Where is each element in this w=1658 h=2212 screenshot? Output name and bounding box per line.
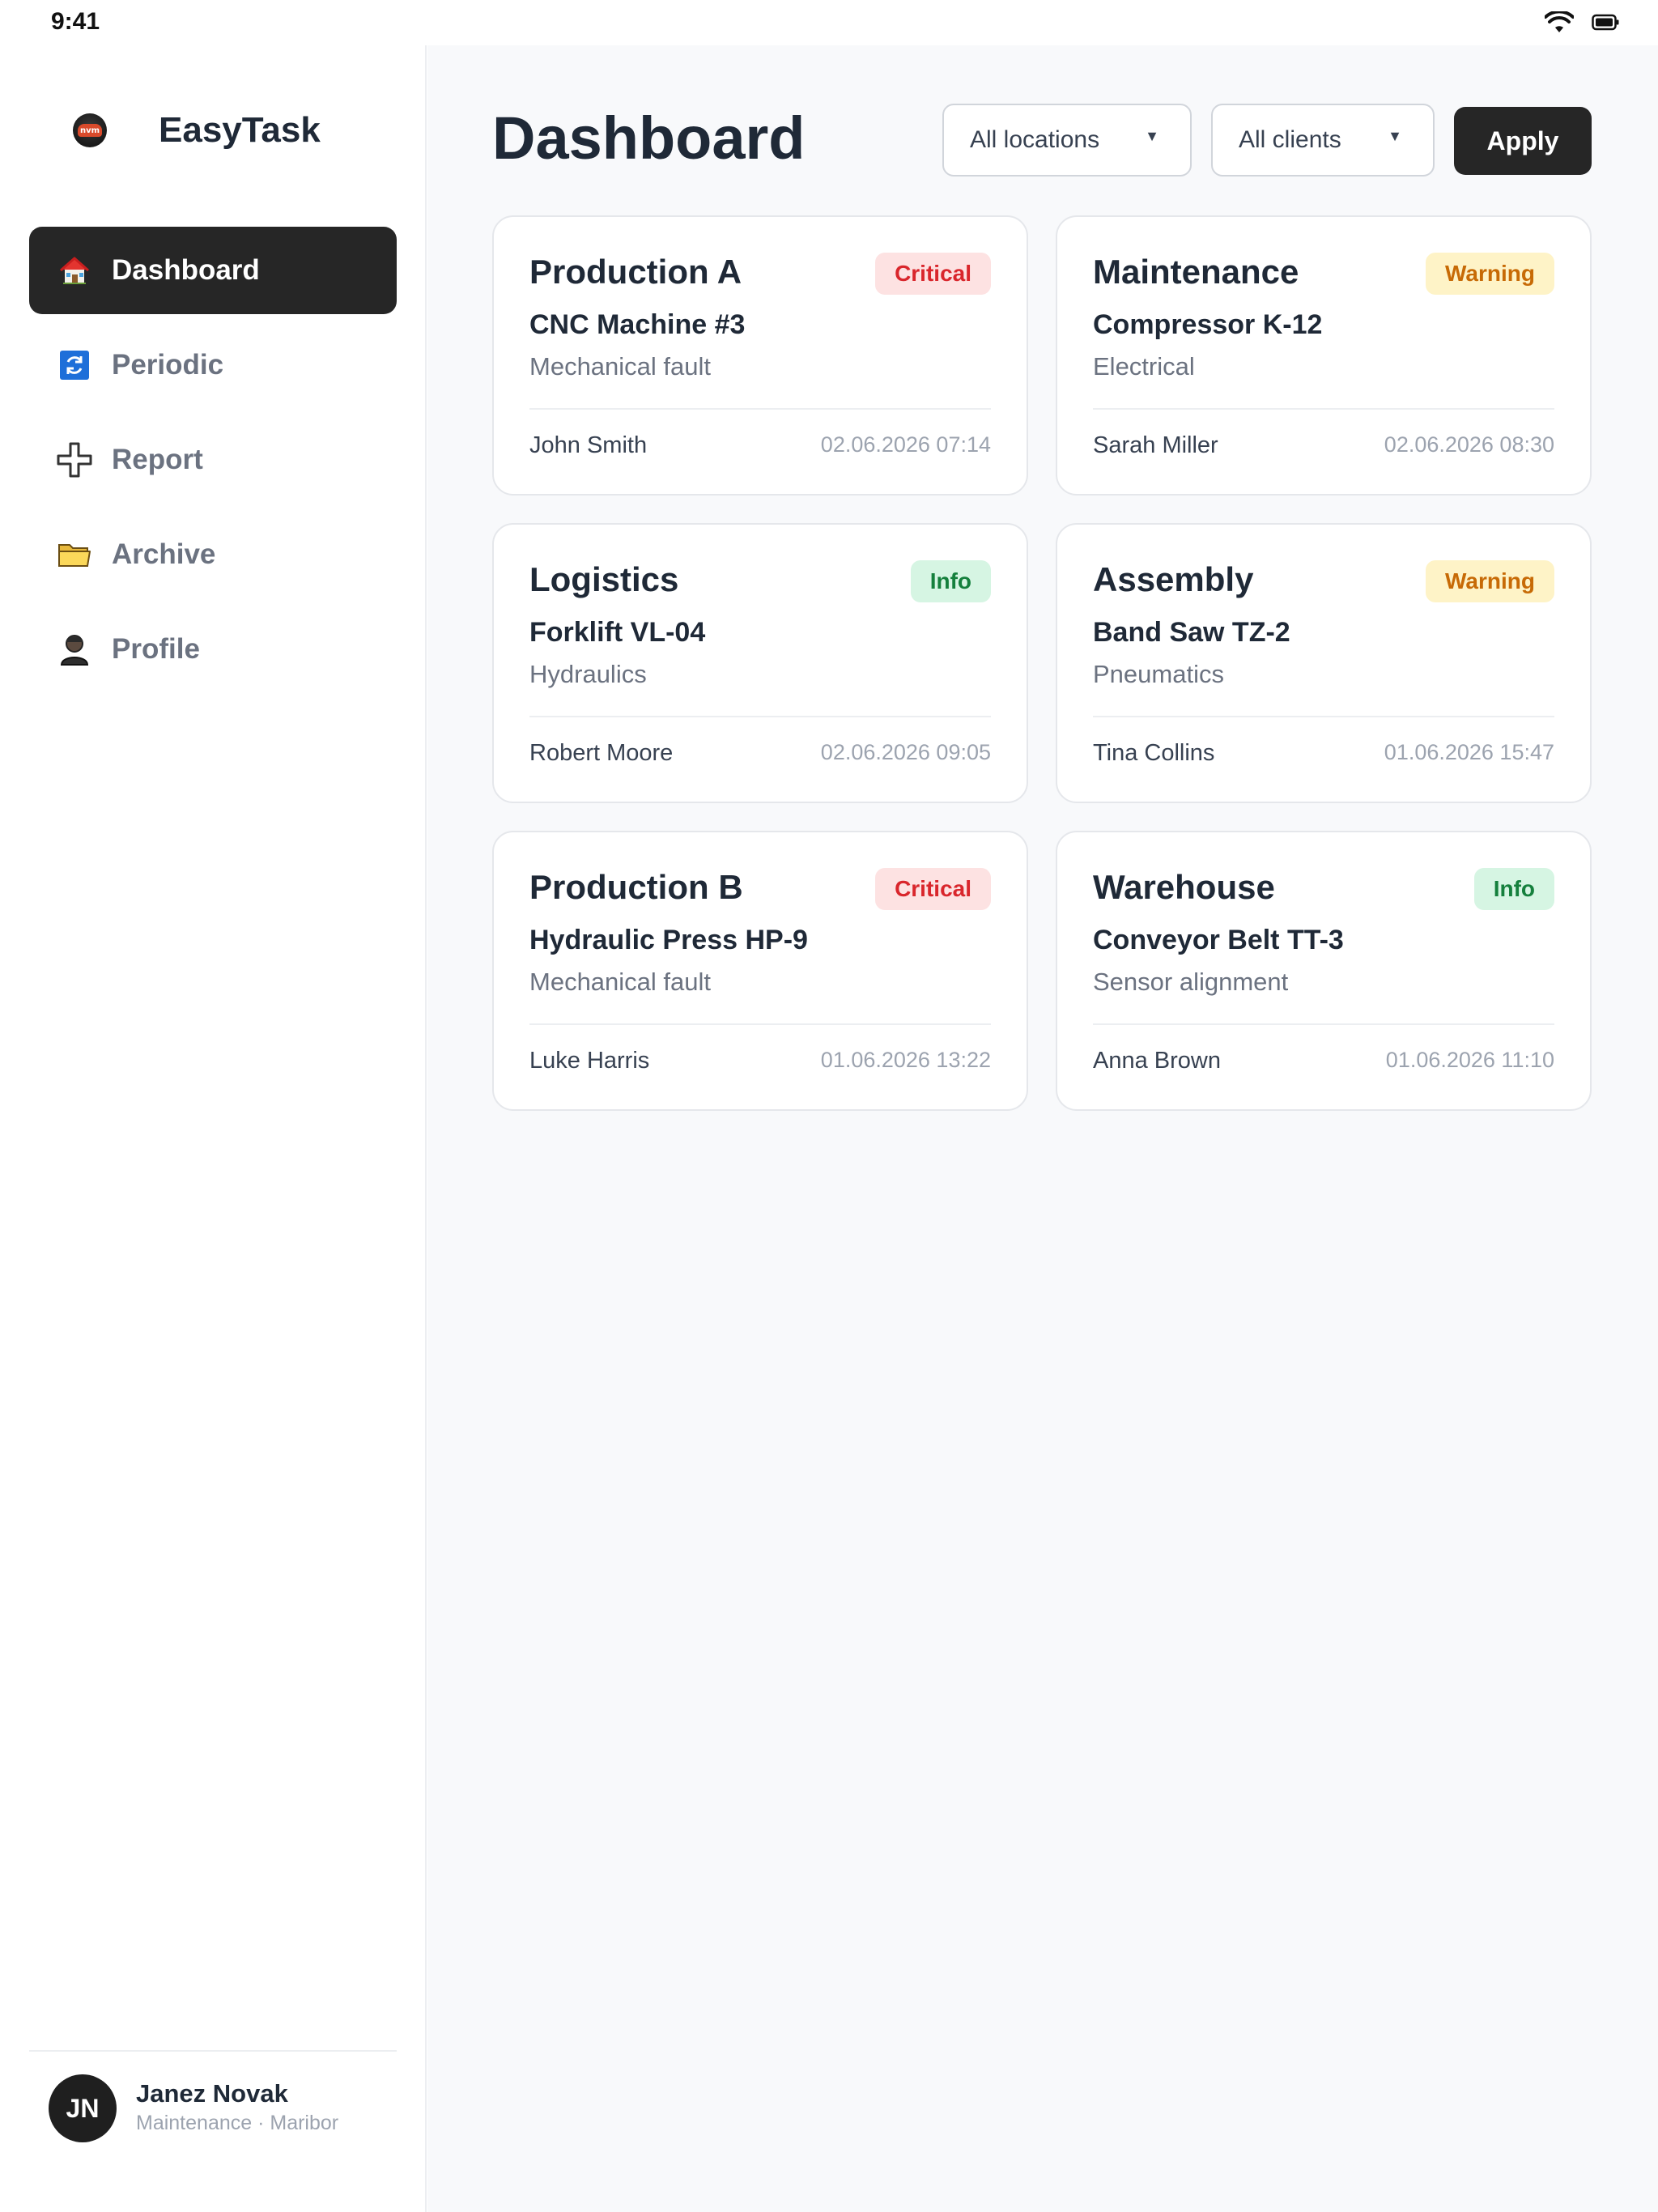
severity-badge: Info <box>910 560 991 602</box>
card-fault-type: Pneumatics <box>1093 660 1224 688</box>
card-person: Robert Moore <box>529 740 674 766</box>
status-icons <box>1544 10 1619 38</box>
page-title: Dashboard <box>492 104 806 172</box>
sidebar-item-label: Periodic <box>112 349 224 381</box>
severity-badge: Info <box>1473 868 1554 910</box>
card-fault-type: Mechanical fault <box>529 352 712 381</box>
plus-icon <box>57 442 92 478</box>
location-filter-value: All locations <box>970 126 1100 153</box>
alert-card[interactable]: Production B Critical Hydraulic Press HP… <box>492 831 1028 1111</box>
alert-card[interactable]: Assembly Warning Band Saw TZ-2 Pneumatic… <box>1056 523 1592 803</box>
home-icon <box>57 253 92 288</box>
client-filter-select[interactable]: All clients ▼ <box>1211 104 1435 177</box>
sidebar-item-archive[interactable]: Archive <box>29 511 397 598</box>
folder-icon <box>57 537 92 572</box>
card-machine: Hydraulic Press HP-9 <box>529 925 808 955</box>
app-name: EasyTask <box>159 110 321 150</box>
status-bar: 9:41 <box>0 0 1658 45</box>
card-person: Tina Collins <box>1093 740 1215 766</box>
card-machine: Forklift VL-04 <box>529 617 706 648</box>
severity-badge: Critical <box>875 253 991 295</box>
client-filter-value: All clients <box>1239 126 1341 153</box>
card-fault-type: Hydraulics <box>529 660 647 688</box>
card-fault-type: Sensor alignment <box>1093 968 1289 996</box>
brand: nvm EasyTask <box>73 110 321 151</box>
alert-card-grid: Production A Critical CNC Machine #3 Mec… <box>492 215 1593 1111</box>
card-timestamp: 01.06.2026 11:10 <box>1385 1048 1554 1072</box>
card-divider <box>1093 408 1554 410</box>
refresh-icon <box>57 347 92 383</box>
apply-button[interactable]: Apply <box>1454 107 1592 175</box>
alert-card[interactable]: Production A Critical CNC Machine #3 Mec… <box>492 215 1028 496</box>
sidebar-item-label: Archive <box>112 538 216 570</box>
battery-icon <box>1592 14 1619 36</box>
wifi-icon <box>1544 10 1575 38</box>
location-filter-select[interactable]: All locations ▼ <box>942 104 1192 177</box>
chevron-down-icon: ▼ <box>1145 128 1159 144</box>
avatar: JN <box>49 2074 117 2142</box>
user-role: Maintenance · Maribor <box>136 2112 339 2134</box>
brand-logo-text: nvm <box>78 124 102 137</box>
card-timestamp: 02.06.2026 08:30 <box>1384 432 1554 457</box>
sidebar-item-report[interactable]: Report <box>29 416 397 504</box>
severity-badge: Warning <box>1426 560 1554 602</box>
card-fault-type: Electrical <box>1093 352 1195 381</box>
card-machine: CNC Machine #3 <box>529 309 746 340</box>
alert-card[interactable]: Warehouse Info Conveyor Belt TT-3 Sensor… <box>1056 831 1592 1111</box>
sidebar-nav: Dashboard Periodic Report Archive Profil… <box>29 227 397 700</box>
alert-card[interactable]: Logistics Info Forklift VL-04 Hydraulics… <box>492 523 1028 803</box>
person-icon <box>57 632 92 667</box>
main-content: Dashboard All locations ▼ All clients ▼ … <box>427 45 1658 2212</box>
brand-logo: nvm <box>73 113 107 147</box>
user-footer[interactable]: JN Janez Novak Maintenance · Maribor <box>29 2050 397 2212</box>
sidebar-item-label: Dashboard <box>112 254 260 286</box>
card-divider <box>1093 716 1554 717</box>
card-divider <box>1093 1023 1554 1025</box>
card-person: Luke Harris <box>529 1048 650 1074</box>
card-divider <box>529 716 991 717</box>
status-time: 9:41 <box>51 8 100 35</box>
card-fault-type: Mechanical fault <box>529 968 712 996</box>
card-timestamp: 01.06.2026 13:22 <box>820 1048 991 1072</box>
card-machine: Band Saw TZ-2 <box>1093 617 1290 648</box>
card-person: John Smith <box>529 432 648 458</box>
sidebar-item-dashboard[interactable]: Dashboard <box>29 227 397 314</box>
card-timestamp: 02.06.2026 09:05 <box>820 740 991 764</box>
severity-badge: Critical <box>875 868 991 910</box>
sidebar-item-profile[interactable]: Profile <box>29 606 397 693</box>
chevron-down-icon: ▼ <box>1388 128 1402 144</box>
card-machine: Conveyor Belt TT-3 <box>1093 925 1344 955</box>
card-machine: Compressor K-12 <box>1093 309 1323 340</box>
severity-badge: Warning <box>1426 253 1554 295</box>
card-timestamp: 02.06.2026 07:14 <box>820 432 991 457</box>
sidebar-item-label: Report <box>112 444 203 475</box>
sidebar: nvm EasyTask Dashboard Periodic Report A… <box>0 45 427 2212</box>
card-person: Sarah Miller <box>1093 432 1218 458</box>
card-divider <box>529 1023 991 1025</box>
sidebar-item-periodic[interactable]: Periodic <box>29 321 397 409</box>
card-timestamp: 01.06.2026 15:47 <box>1384 740 1554 764</box>
card-divider <box>529 408 991 410</box>
alert-card[interactable]: Maintenance Warning Compressor K-12 Elec… <box>1056 215 1592 496</box>
sidebar-item-label: Profile <box>112 633 200 665</box>
card-person: Anna Brown <box>1093 1048 1221 1074</box>
user-name: Janez Novak <box>136 2079 288 2108</box>
